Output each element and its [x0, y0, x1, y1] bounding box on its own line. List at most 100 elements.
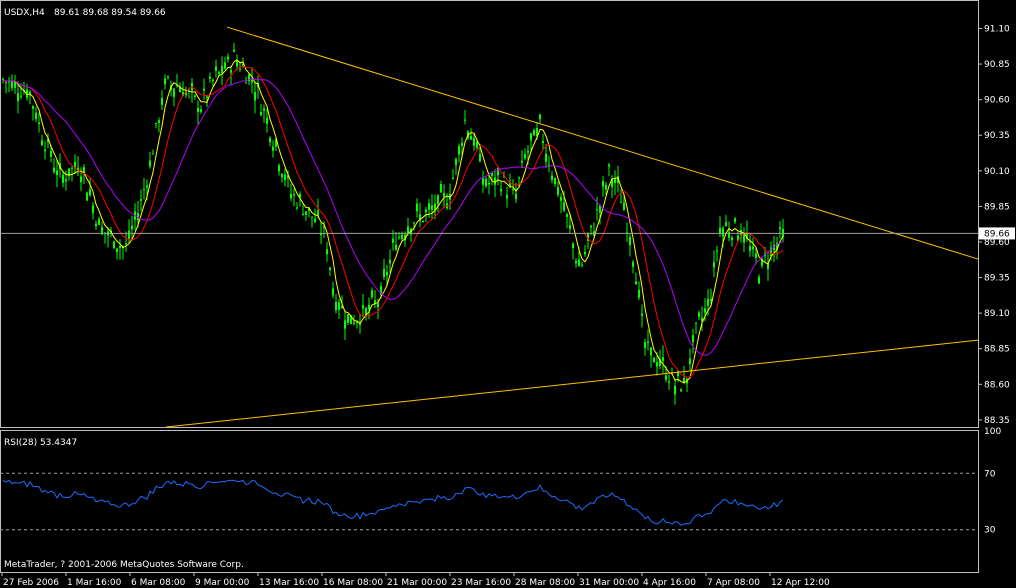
candle-body	[548, 164, 550, 166]
candle-body	[725, 222, 727, 226]
candle-body	[608, 164, 610, 167]
candle-body	[266, 117, 268, 124]
candle-body	[458, 146, 460, 155]
candle-body	[392, 238, 394, 243]
candle-body	[497, 168, 499, 176]
candle-body	[293, 194, 295, 196]
candle-body	[338, 302, 340, 310]
candle-body	[296, 207, 298, 209]
candle-body	[56, 170, 58, 176]
candle-body	[623, 202, 625, 210]
candle-body	[86, 192, 88, 201]
candle-body	[194, 95, 196, 97]
candle-body	[575, 260, 577, 264]
candle-body	[332, 288, 334, 296]
candle-body	[53, 167, 55, 173]
rsi-tick-label: 30	[984, 526, 996, 536]
candle-body	[62, 174, 64, 183]
candle-body	[401, 234, 403, 240]
candle-body	[482, 178, 484, 185]
candle-body	[368, 304, 370, 310]
candle-body	[38, 122, 40, 125]
time-tick-label: 21 Mar 00:00	[387, 578, 447, 588]
candle-body	[146, 185, 148, 188]
candle-body	[152, 153, 154, 155]
candle-body	[452, 177, 454, 179]
rsi-tick-label: 70	[984, 469, 996, 479]
candle-body	[347, 314, 349, 323]
current-price-tag-label: 89.66	[984, 229, 1010, 239]
candle-body	[716, 250, 718, 252]
candle-body	[395, 244, 397, 250]
candle-body	[506, 195, 508, 199]
candle-body	[557, 186, 559, 195]
candle-body	[749, 246, 751, 251]
candle-body	[752, 246, 754, 250]
candle-body	[731, 237, 733, 241]
candle-body	[386, 271, 388, 276]
candle-body	[389, 259, 391, 264]
candle-body	[71, 167, 73, 169]
candle-body	[662, 356, 664, 362]
candle-body	[212, 79, 214, 81]
symbol-label: USDX,H4	[4, 8, 45, 18]
candle-body	[278, 165, 280, 172]
candle-body	[554, 177, 556, 185]
candle-body	[233, 49, 235, 52]
chart-area: 91.10 90.85 90.60 90.35 90.10 89.85 89.60 89.35…	[0, 0, 1016, 588]
candle-body	[515, 193, 517, 200]
price-tick-label: 91.10	[984, 24, 1010, 34]
candle-body	[236, 60, 238, 67]
candle-body	[569, 225, 571, 229]
candle-body	[590, 225, 592, 228]
candle-body	[758, 276, 760, 284]
candle-body	[563, 202, 565, 211]
candle-body	[779, 227, 781, 230]
candle-body	[344, 320, 346, 329]
candle-body	[272, 146, 274, 151]
candle-body	[566, 213, 568, 217]
candle-body	[443, 192, 445, 197]
time-tick-label: 13 Mar 16:00	[259, 578, 319, 588]
price-tick-label: 90.35	[984, 131, 1010, 141]
candle-body	[149, 160, 151, 167]
copyright-text: MetaTrader, ? 2001-2006 MetaQuotes Softw…	[4, 560, 244, 570]
candle-body	[281, 174, 283, 178]
candle-body	[545, 153, 547, 162]
candle-body	[50, 150, 52, 157]
rsi-tick-label: 100	[984, 427, 1001, 437]
candle-body	[173, 88, 175, 97]
price-tick-label: 88.35	[984, 416, 1010, 426]
candle-body	[98, 218, 100, 225]
candle-body	[20, 95, 22, 97]
candle-body	[131, 225, 133, 230]
candle-body	[224, 62, 226, 69]
candle-body	[734, 218, 736, 222]
candle-body	[125, 243, 127, 245]
candle-body	[116, 248, 118, 252]
time-tick-label: 9 Mar 00:00	[195, 578, 250, 588]
ohlc-label: 89.61 89.68 89.54 89.66	[54, 8, 166, 18]
candle-body	[632, 262, 634, 267]
candle-body	[521, 160, 523, 163]
candle-body	[263, 108, 265, 111]
candle-body	[620, 202, 622, 204]
candle-body	[143, 189, 145, 191]
candle-body	[155, 122, 157, 124]
candle-body	[485, 178, 487, 186]
candle-body	[683, 377, 685, 383]
candle-body	[500, 188, 502, 192]
candle-body	[518, 177, 520, 179]
price-tick-label: 89.10	[984, 309, 1010, 319]
candle-body	[464, 119, 466, 121]
candle-body	[668, 381, 670, 383]
candle-body	[92, 205, 94, 214]
candle-body	[311, 216, 313, 218]
price-tick-label: 90.85	[984, 60, 1010, 70]
price-tick-label: 88.85	[984, 345, 1010, 355]
candle-body	[488, 182, 490, 185]
candle-body	[428, 203, 430, 210]
candle-body	[455, 159, 457, 165]
candle-body	[653, 357, 655, 363]
candle-body	[641, 313, 643, 316]
